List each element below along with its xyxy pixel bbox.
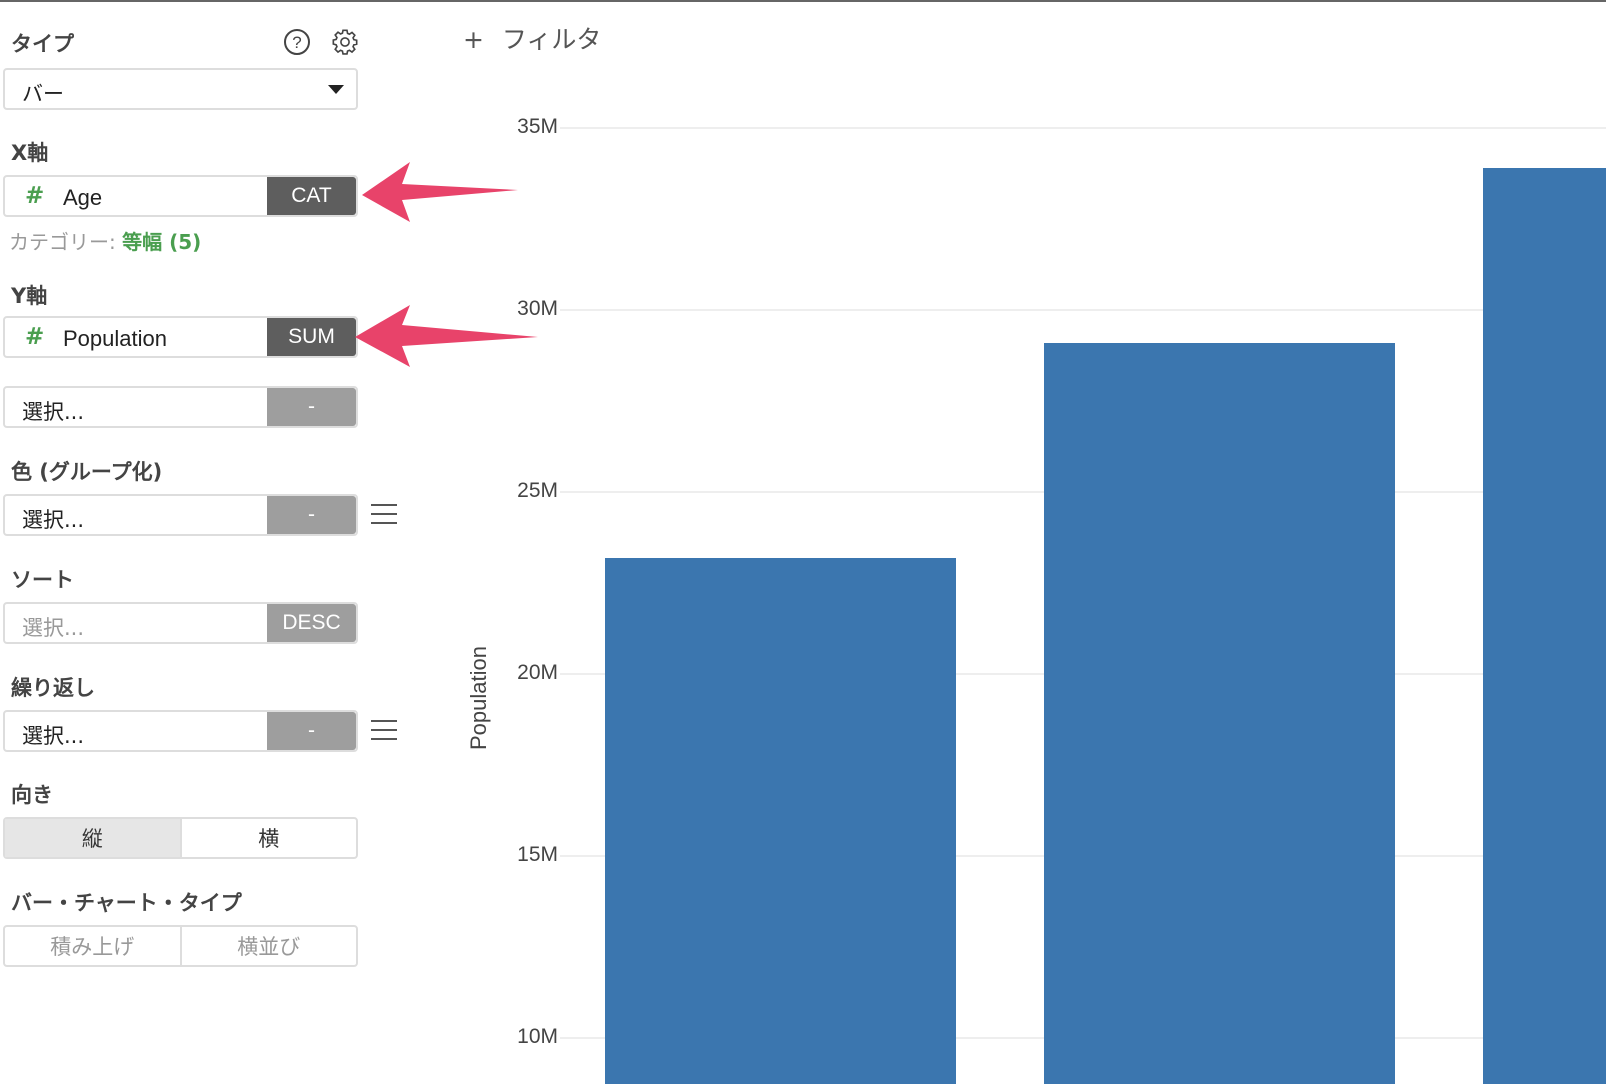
orientation-label: 向き bbox=[11, 783, 53, 807]
y-axis-field[interactable]: # Population SUM bbox=[3, 316, 358, 358]
gridline bbox=[560, 309, 1606, 311]
y-tick-label: 25M bbox=[517, 479, 558, 502]
y-tick-label: 10M bbox=[517, 1025, 558, 1048]
repeat-placeholder: 選択... bbox=[22, 724, 85, 748]
sort-field[interactable]: 選択... DESC bbox=[3, 602, 358, 644]
bar-type-stacked[interactable]: 積み上げ bbox=[5, 927, 180, 965]
x-axis-label: X軸 bbox=[11, 141, 49, 165]
chart-type-value: バー bbox=[22, 82, 64, 106]
bar[interactable] bbox=[1483, 168, 1606, 1084]
color-aggregate-button[interactable]: - bbox=[267, 496, 356, 534]
number-type-icon: # bbox=[25, 183, 45, 209]
y-axis-column: Population bbox=[63, 326, 167, 351]
color-field[interactable]: 選択... - bbox=[3, 494, 358, 536]
category-prefix: カテゴリー: bbox=[9, 230, 116, 254]
chevron-down-icon bbox=[328, 85, 344, 94]
color-placeholder: 選択... bbox=[22, 508, 85, 532]
category-info: カテゴリー: 等幅 (5) bbox=[9, 226, 201, 255]
y-axis-second-placeholder: 選択... bbox=[22, 400, 85, 424]
repeat-aggregate-button[interactable]: - bbox=[267, 712, 356, 750]
color-label: 色 (グループ化) bbox=[11, 460, 163, 484]
y-tick-label: 35M bbox=[517, 115, 558, 138]
top-border bbox=[0, 0, 1606, 2]
y-axis-title: Population bbox=[466, 646, 491, 750]
bar-chart-type-toggle: 積み上げ 横並び bbox=[3, 925, 358, 967]
bar[interactable] bbox=[1044, 342, 1395, 1084]
y-axis-second-aggregate-button[interactable]: - bbox=[267, 388, 356, 426]
sort-placeholder: 選択... bbox=[22, 616, 85, 640]
y-axis-sum-button[interactable]: SUM bbox=[267, 318, 356, 356]
chart-type-select[interactable]: バー bbox=[3, 68, 358, 110]
y-tick-label: 15M bbox=[517, 843, 558, 866]
type-label: タイプ bbox=[11, 32, 74, 56]
x-axis-field[interactable]: # Age CAT bbox=[3, 175, 358, 217]
sort-desc-button[interactable]: DESC bbox=[267, 604, 356, 642]
y-axis-second-field[interactable]: 選択... - bbox=[3, 386, 358, 428]
filter-label: フィルタ bbox=[501, 25, 602, 54]
add-filter-button[interactable]: + フィルタ bbox=[463, 20, 601, 56]
menu-icon[interactable] bbox=[371, 504, 397, 524]
svg-text:?: ? bbox=[292, 33, 301, 52]
menu-icon[interactable] bbox=[371, 720, 397, 740]
repeat-label: 繰り返し bbox=[11, 676, 95, 700]
plus-icon: + bbox=[463, 25, 484, 54]
orientation-vertical[interactable]: 縦 bbox=[5, 819, 180, 857]
bar[interactable] bbox=[605, 557, 956, 1084]
category-setting-link[interactable]: 等幅 (5) bbox=[122, 230, 201, 254]
gear-icon[interactable] bbox=[331, 28, 359, 56]
help-icon[interactable]: ? bbox=[283, 28, 311, 56]
x-axis-column: Age bbox=[63, 185, 103, 210]
orientation-horizontal[interactable]: 横 bbox=[179, 819, 357, 857]
x-axis-cat-button[interactable]: CAT bbox=[267, 177, 356, 215]
sort-label: ソート bbox=[11, 568, 74, 592]
bar-chart-type-label: バー・チャート・タイプ bbox=[11, 891, 242, 915]
y-tick-label: 30M bbox=[517, 297, 558, 320]
bar-type-side-by-side[interactable]: 横並び bbox=[179, 927, 357, 965]
arrow-icon bbox=[362, 162, 518, 222]
y-axis-label: Y軸 bbox=[11, 284, 48, 308]
orientation-toggle: 縦 横 bbox=[3, 817, 358, 859]
repeat-field[interactable]: 選択... - bbox=[3, 710, 358, 752]
number-type-icon: # bbox=[25, 324, 45, 350]
gridline bbox=[560, 127, 1606, 129]
